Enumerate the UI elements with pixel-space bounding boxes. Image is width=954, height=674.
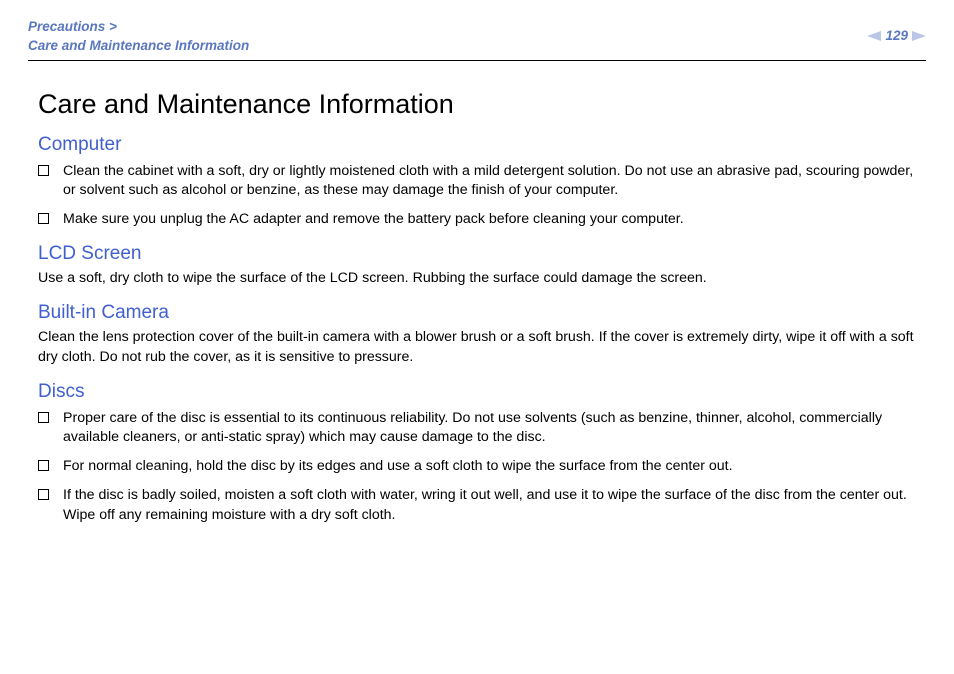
breadcrumb-current: Care and Maintenance Information	[28, 37, 249, 56]
bullet-list: Clean the cabinet with a soft, dry or li…	[38, 162, 916, 230]
list-item-text: Clean the cabinet with a soft, dry or li…	[63, 162, 916, 200]
section-heading: Computer	[38, 134, 916, 156]
square-bullet-icon	[38, 460, 49, 471]
page-title: Care and Maintenance Information	[38, 89, 916, 120]
page-number: 129	[885, 28, 908, 43]
page-header: Precautions > Care and Maintenance Infor…	[28, 18, 926, 61]
list-item-text: For normal cleaning, hold the disc by it…	[63, 457, 733, 476]
list-item: For normal cleaning, hold the disc by it…	[38, 457, 916, 476]
list-item: Make sure you unplug the AC adapter and …	[38, 210, 916, 229]
list-item: If the disc is badly soiled, moisten a s…	[38, 486, 916, 524]
section-heading: Built-in Camera	[38, 302, 916, 324]
list-item: Clean the cabinet with a soft, dry or li…	[38, 162, 916, 200]
main-content: Care and Maintenance Information Compute…	[28, 61, 926, 525]
section-heading: Discs	[38, 381, 916, 403]
section-heading: LCD Screen	[38, 243, 916, 265]
square-bullet-icon	[38, 165, 49, 176]
breadcrumb-parent: Precautions >	[28, 18, 249, 37]
list-item-text: Proper care of the disc is essential to …	[63, 409, 916, 447]
square-bullet-icon	[38, 412, 49, 423]
next-page-icon[interactable]	[912, 31, 926, 41]
prev-page-icon[interactable]	[867, 31, 881, 41]
square-bullet-icon	[38, 213, 49, 224]
section-paragraph: Use a soft, dry cloth to wipe the surfac…	[38, 269, 916, 288]
list-item-text: If the disc is badly soiled, moisten a s…	[63, 486, 916, 524]
page-number-nav: 129	[867, 28, 926, 43]
section-paragraph: Clean the lens protection cover of the b…	[38, 328, 916, 366]
square-bullet-icon	[38, 489, 49, 500]
bullet-list: Proper care of the disc is essential to …	[38, 409, 916, 525]
breadcrumb: Precautions > Care and Maintenance Infor…	[28, 18, 249, 56]
list-item: Proper care of the disc is essential to …	[38, 409, 916, 447]
list-item-text: Make sure you unplug the AC adapter and …	[63, 210, 684, 229]
